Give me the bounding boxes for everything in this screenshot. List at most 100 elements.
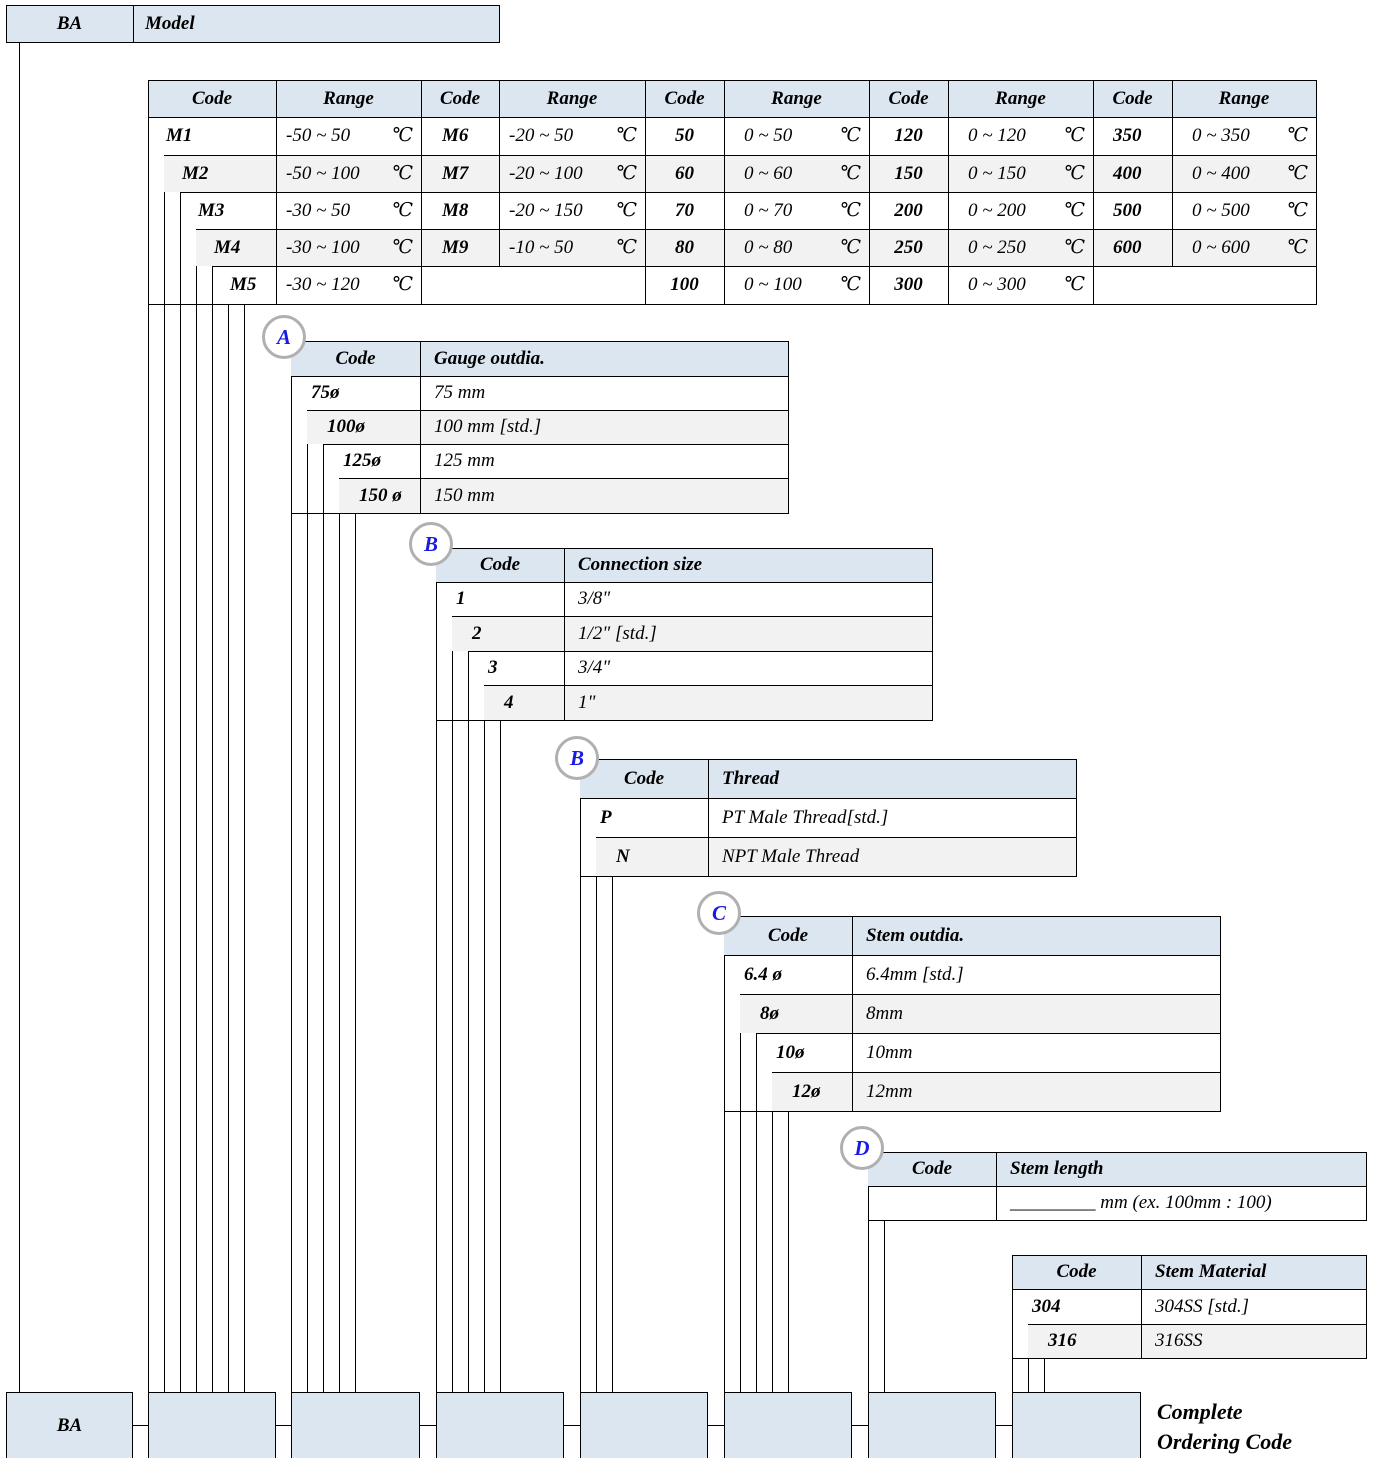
range-value-row: 0 ~ 250 ℃ [948, 229, 1093, 266]
range-code: M6 [442, 124, 469, 146]
range-value: 0 ~ 70 [744, 199, 793, 221]
range-value-row: 0 ~ 200 ℃ [948, 192, 1093, 229]
model-code: BA [6, 5, 133, 42]
range-code: 600 [1113, 236, 1142, 258]
ordering-gauge-box[interactable] [291, 1392, 420, 1458]
range-value-row: -50 ~ 100 ℃ [276, 155, 421, 192]
range-value: -20 ~ 100 [509, 162, 583, 184]
celsius-unit: ℃ [1286, 125, 1308, 146]
connection-code: 4 [504, 691, 514, 713]
marker-a: A [262, 315, 306, 359]
marker-c: C [697, 891, 741, 935]
celsius-unit: ℃ [391, 237, 413, 258]
range-header-code-4: Code [869, 80, 948, 117]
stem-outdia-code: 10ø [776, 1041, 805, 1063]
celsius-unit: ℃ [839, 163, 861, 184]
range-value-row: 0 ~ 80 ℃ [724, 229, 869, 266]
ordering-stem-outdia-box[interactable] [724, 1392, 852, 1458]
celsius-unit: ℃ [615, 200, 637, 221]
range-value-row: 0 ~ 70 ℃ [724, 192, 869, 229]
celsius-unit: ℃ [1286, 163, 1308, 184]
gauge-desc: 150 mm [434, 484, 495, 506]
connection-code: 1 [456, 588, 466, 609]
stem-outdia-desc: 8mm [866, 1002, 903, 1024]
range-value: 0 ~ 200 [968, 199, 1026, 221]
range-value-row: -50 ~ 50 ℃ [276, 117, 421, 154]
ordering-dash [276, 1425, 291, 1426]
stem-outdia-desc: 6.4mm [std.] [866, 963, 964, 985]
thread-header-code: Code [580, 759, 708, 798]
stem-length-desc: _________ mm (ex. 100mm : 100) [1010, 1192, 1272, 1213]
model-label: Model [133, 5, 500, 42]
ordering-dash [708, 1425, 724, 1426]
range-code: 150 [894, 162, 923, 184]
celsius-unit: ℃ [1286, 237, 1308, 258]
gauge-code: 125ø [343, 450, 381, 471]
ordering-thread-box[interactable] [580, 1392, 708, 1458]
gauge-header-desc: Gauge outdia. [420, 341, 788, 376]
connection-desc: 1" [578, 691, 596, 713]
celsius-unit: ℃ [1063, 274, 1085, 295]
range-value: 0 ~ 50 [744, 124, 793, 146]
celsius-unit: ℃ [1063, 200, 1085, 221]
stem-length-header-code: Code [868, 1152, 996, 1186]
range-code: M2 [182, 162, 209, 184]
celsius-unit: ℃ [391, 274, 413, 295]
range-value-row: -30 ~ 100 ℃ [276, 229, 421, 266]
range-code: 60 [675, 162, 694, 184]
celsius-unit: ℃ [1286, 200, 1308, 221]
ordering-stem-length-box[interactable] [868, 1392, 996, 1458]
range-value: 0 ~ 150 [968, 162, 1026, 184]
range-value-row: 0 ~ 500 ℃ [1172, 192, 1316, 229]
stem-material-desc: 316SS [1155, 1330, 1203, 1351]
ordering-dash [564, 1425, 580, 1426]
range-value-row: 0 ~ 300 ℃ [948, 266, 1093, 303]
range-value-row: 0 ~ 120 ℃ [948, 117, 1093, 154]
ordering-stem-material-box[interactable] [1012, 1392, 1141, 1458]
range-value: -50 ~ 50 [286, 124, 351, 146]
range-header-code-3: Code [645, 80, 724, 117]
range-value-row: -10 ~ 50 ℃ [499, 229, 645, 266]
ordering-range-box[interactable] [148, 1392, 276, 1458]
range-header-range-2: Range [499, 80, 645, 117]
stem-material-header-code: Code [1012, 1255, 1141, 1289]
range-header-range-3: Range [724, 80, 869, 117]
range-code: M8 [442, 199, 469, 221]
range-value: -30 ~ 50 [286, 199, 351, 221]
thread-desc: NPT Male Thread [722, 845, 860, 867]
range-header-range-1: Range [276, 80, 421, 117]
ordering-dash [852, 1425, 868, 1426]
thread-code: P [600, 806, 612, 828]
range-value: 0 ~ 100 [744, 273, 802, 295]
celsius-unit: ℃ [839, 200, 861, 221]
range-value-row: 0 ~ 60 ℃ [724, 155, 869, 192]
range-value-row: 0 ~ 400 ℃ [1172, 155, 1316, 192]
connection-code: 3 [488, 657, 498, 678]
range-value: -50 ~ 100 [286, 162, 360, 184]
celsius-unit: ℃ [391, 125, 413, 146]
celsius-unit: ℃ [839, 125, 861, 146]
stem-material-code: 316 [1048, 1330, 1077, 1351]
complete-label-line1: Complete [1157, 1399, 1243, 1424]
range-header-code-1: Code [148, 80, 276, 117]
stem-outdia-code: 6.4 ø [744, 963, 782, 985]
range-value: 0 ~ 400 [1192, 162, 1250, 184]
range-code: 70 [675, 199, 694, 221]
stem-material-desc: 304SS [std.] [1155, 1295, 1249, 1317]
gauge-desc: 100 mm [std.] [434, 416, 542, 437]
range-code: M7 [442, 162, 469, 184]
range-value-row: -20 ~ 150 ℃ [499, 192, 645, 229]
ordering-connection-box[interactable] [436, 1392, 564, 1458]
range-code: 100 [670, 273, 699, 295]
range-value: 0 ~ 250 [968, 236, 1026, 258]
range-value-row: 0 ~ 100 ℃ [724, 266, 869, 303]
ordering-model-box: BA [6, 1392, 133, 1458]
celsius-unit: ℃ [391, 163, 413, 184]
range-value-row: 0 ~ 600 ℃ [1172, 229, 1316, 266]
range-value: -10 ~ 50 [509, 236, 574, 258]
stem-outdia-code: 12ø [792, 1080, 821, 1102]
range-code: 120 [894, 124, 923, 146]
range-code: 300 [894, 273, 923, 295]
range-value: -20 ~ 150 [509, 199, 583, 221]
gauge-desc: 75 mm [434, 382, 486, 403]
